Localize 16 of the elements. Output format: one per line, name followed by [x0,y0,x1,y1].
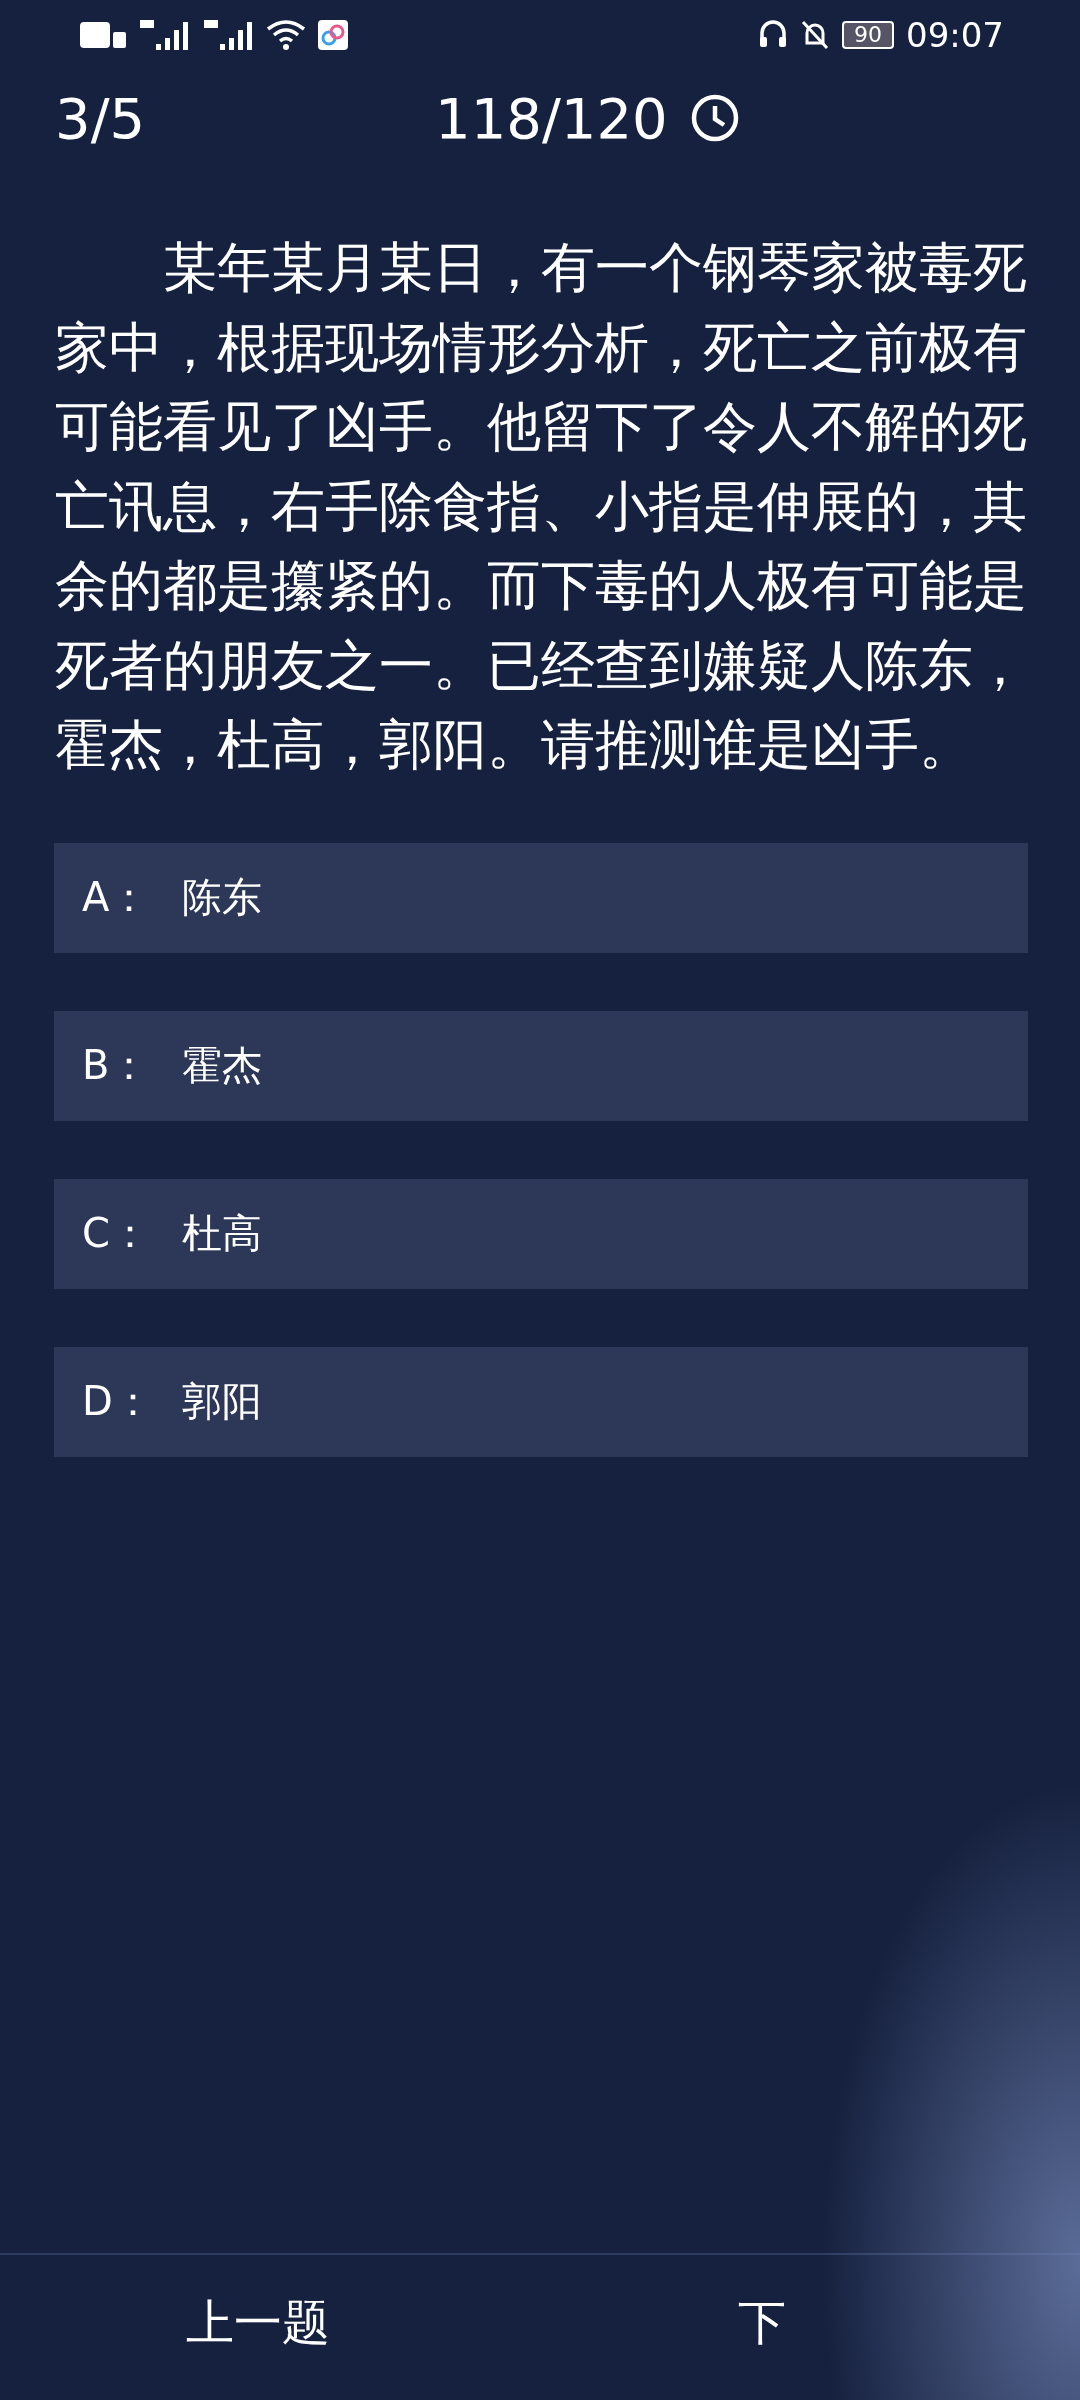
answer-option[interactable]: C： 杜高 [54,1178,1028,1289]
previous-button[interactable]: 上一题 [108,2255,408,2400]
answer-option[interactable]: D： 郭阳 [54,1346,1028,1457]
bell-muted-icon [800,19,830,51]
timer-text: 118/120 [435,85,668,151]
app-icon [318,20,348,50]
signal-icon [202,18,254,52]
clock-icon [689,93,740,143]
answer-option[interactable]: A： 陈东 [54,842,1028,953]
next-button[interactable]: 下 [738,2255,798,2400]
answer-option[interactable]: B： 霍杰 [54,1010,1028,1121]
question-text: 某年某月某日，有一个钢琴家被毒死家中，根据现场情形分析，死亡之前极有可能看见了凶手。他留下了令人不解的死亡讯息，右手除食指、小指是伸展的，其余的都是攥紧的。而下毒的人极有可能是死者的朋友之一。已经查到嫌疑人陈东，霍杰，杜高，郭阳。请推测谁是凶手。 [55,235,1028,778]
clock-time: 09:07 [906,15,1004,55]
signal-icon [138,18,190,52]
battery-icon: 90 [842,21,894,49]
wifi-icon [266,19,306,51]
